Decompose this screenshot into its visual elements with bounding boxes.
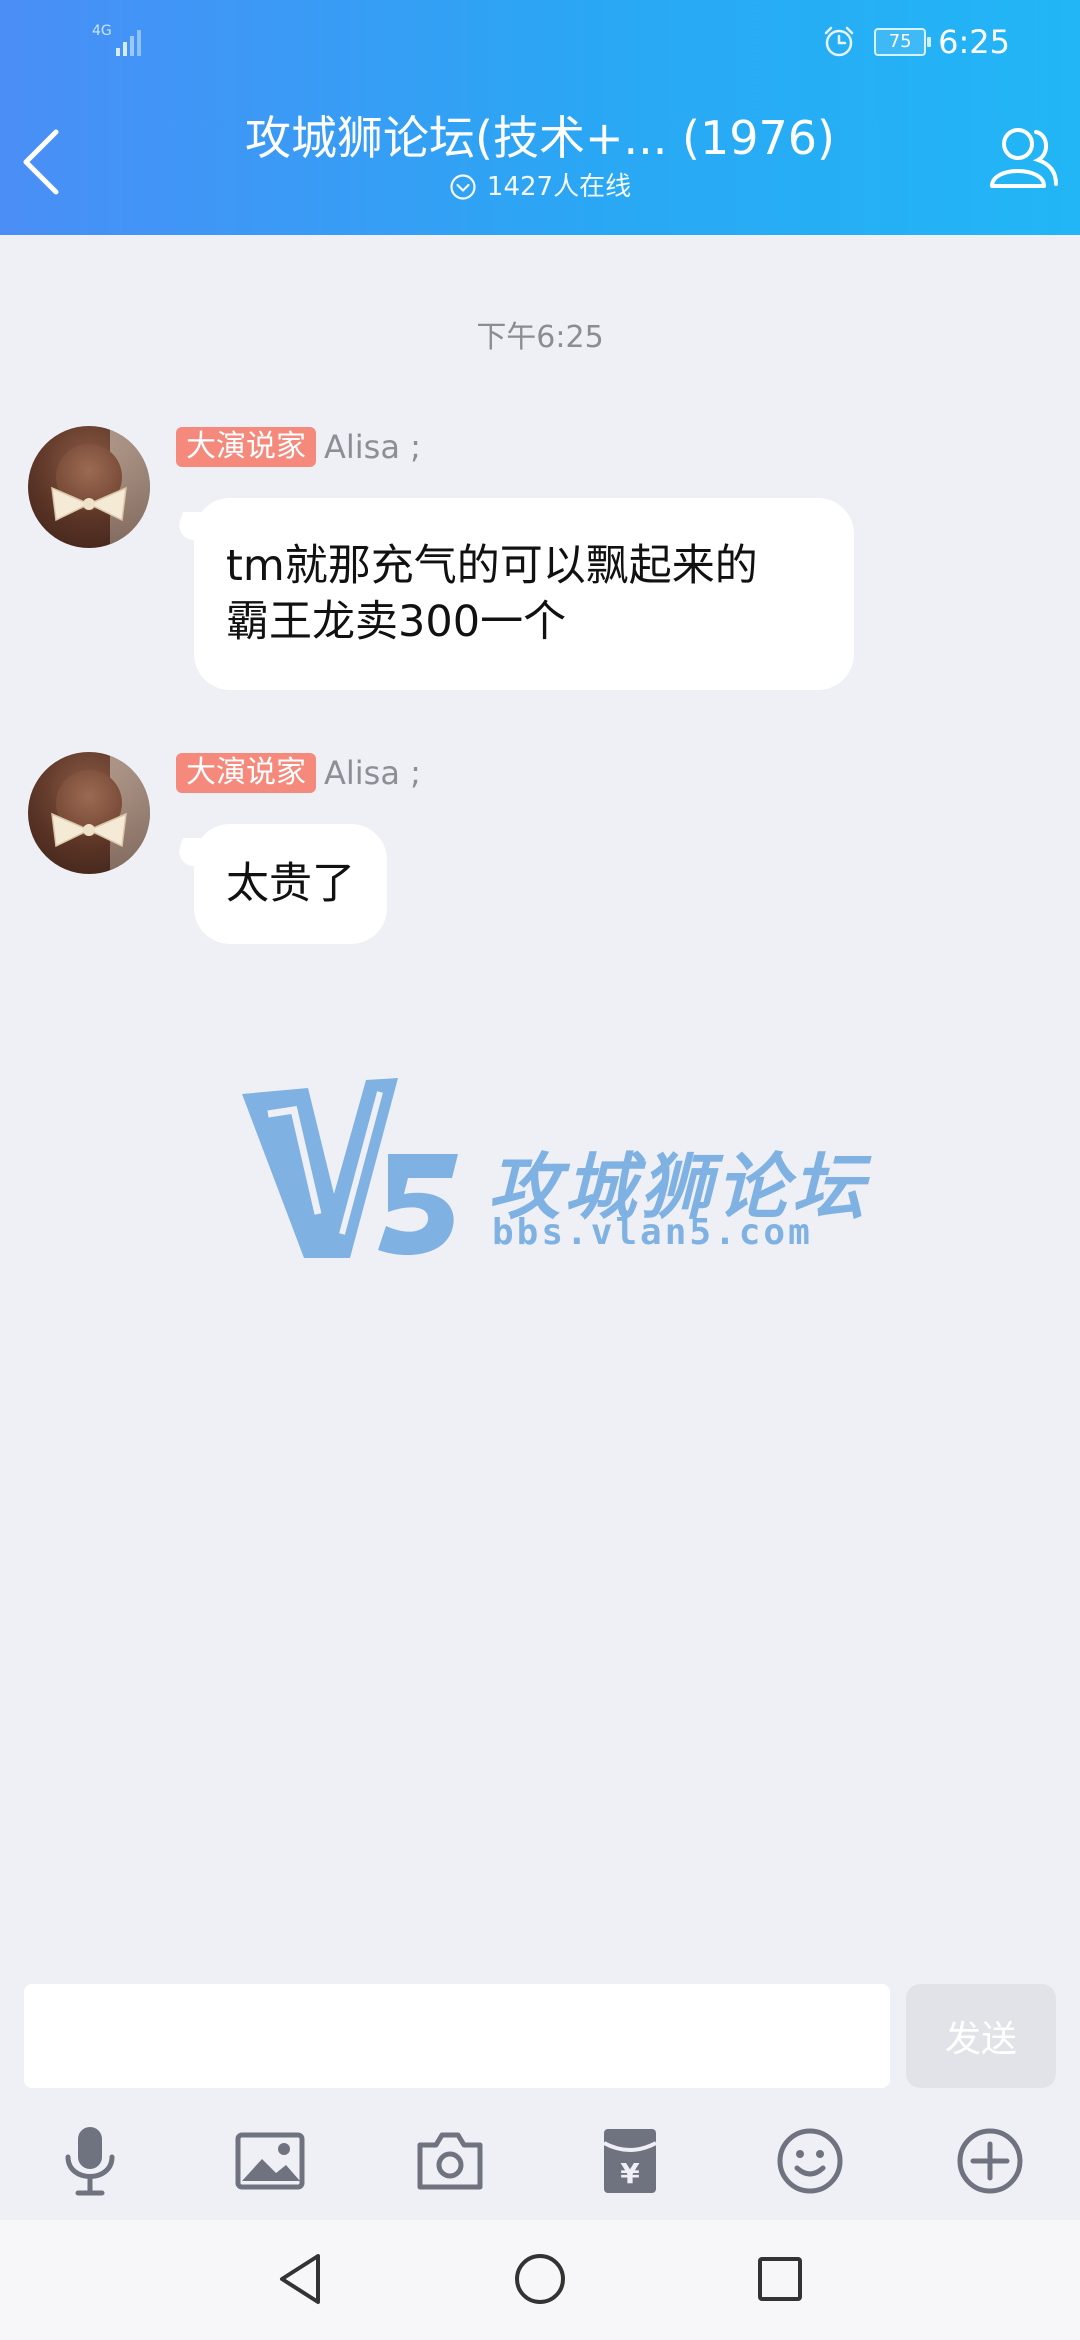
alarm-icon bbox=[824, 26, 854, 57]
input-toolbar: ¥ bbox=[0, 2116, 1080, 2206]
svg-text:¥: ¥ bbox=[620, 2157, 640, 2190]
back-button[interactable] bbox=[14, 122, 74, 202]
message-input[interactable] bbox=[24, 1984, 890, 2088]
nav-recents-icon[interactable] bbox=[745, 2244, 815, 2314]
system-nav-bar bbox=[0, 2220, 1080, 2340]
title-badge: 大演说家 bbox=[176, 753, 316, 793]
battery-indicator: 75 bbox=[874, 28, 932, 56]
online-status: 1427人在线 bbox=[140, 170, 940, 204]
hair-bow-icon bbox=[51, 812, 127, 848]
chat-title-block[interactable]: 攻城狮论坛(技术+... (1976) 1427人在线 bbox=[140, 108, 940, 204]
status-bar: 4G 75 6:25 bbox=[0, 0, 1080, 84]
input-area: 发送 ¥ bbox=[0, 1966, 1080, 2220]
message-timestamp: 下午6:25 bbox=[476, 320, 604, 355]
message-bubble[interactable]: tm就那充气的可以飘起来的 霸王龙卖300一个 bbox=[194, 498, 854, 690]
group-title: 攻城狮论坛(技术+... (1976) bbox=[245, 111, 835, 165]
network-type: 4G bbox=[92, 23, 112, 39]
plus-icon[interactable] bbox=[945, 2116, 1035, 2206]
watermark-url: bbs.vlan5.com bbox=[492, 1212, 813, 1253]
status-right: 75 6:25 bbox=[822, 22, 1010, 62]
check-circle-icon bbox=[450, 174, 476, 200]
microphone-icon[interactable] bbox=[45, 2116, 135, 2206]
sender-line: 大演说家 Alisa ; bbox=[176, 752, 421, 794]
title-badge: 大演说家 bbox=[176, 427, 316, 467]
avatar[interactable] bbox=[28, 752, 150, 874]
nav-home-icon[interactable] bbox=[505, 2244, 575, 2314]
sender-name[interactable]: Alisa ; bbox=[324, 428, 421, 466]
online-count: 1427人在线 bbox=[486, 172, 632, 202]
message-text-line: 霸王龙卖300一个 bbox=[226, 597, 567, 647]
camera-icon[interactable] bbox=[405, 2116, 495, 2206]
sender-line: 大演说家 Alisa ; bbox=[176, 426, 421, 468]
sender-name[interactable]: Alisa ; bbox=[324, 754, 421, 792]
send-button[interactable]: 发送 bbox=[906, 1984, 1056, 2088]
message-text-line: tm就那充气的可以飘起来的 bbox=[226, 541, 758, 591]
image-icon[interactable] bbox=[225, 2116, 315, 2206]
status-time: 6:25 bbox=[938, 23, 1010, 61]
message-text-line: 太贵了 bbox=[226, 859, 355, 909]
message-bubble[interactable]: 太贵了 bbox=[194, 824, 387, 944]
red-packet-icon[interactable]: ¥ bbox=[585, 2116, 675, 2206]
group-members-button[interactable] bbox=[976, 120, 1058, 200]
avatar[interactable] bbox=[28, 426, 150, 548]
forum-watermark: 攻城狮论坛 bbs.vlan5.com bbox=[238, 1074, 864, 1264]
chat-header: 4G 75 6:25 攻城狮论坛(技术+... (1976) 1427人在线 bbox=[0, 0, 1080, 235]
hair-bow-icon bbox=[51, 486, 127, 522]
signal-icon bbox=[116, 30, 141, 56]
v5-logo-icon bbox=[242, 1078, 458, 1258]
emoji-icon[interactable] bbox=[765, 2116, 855, 2206]
nav-back-icon[interactable] bbox=[266, 2244, 336, 2314]
